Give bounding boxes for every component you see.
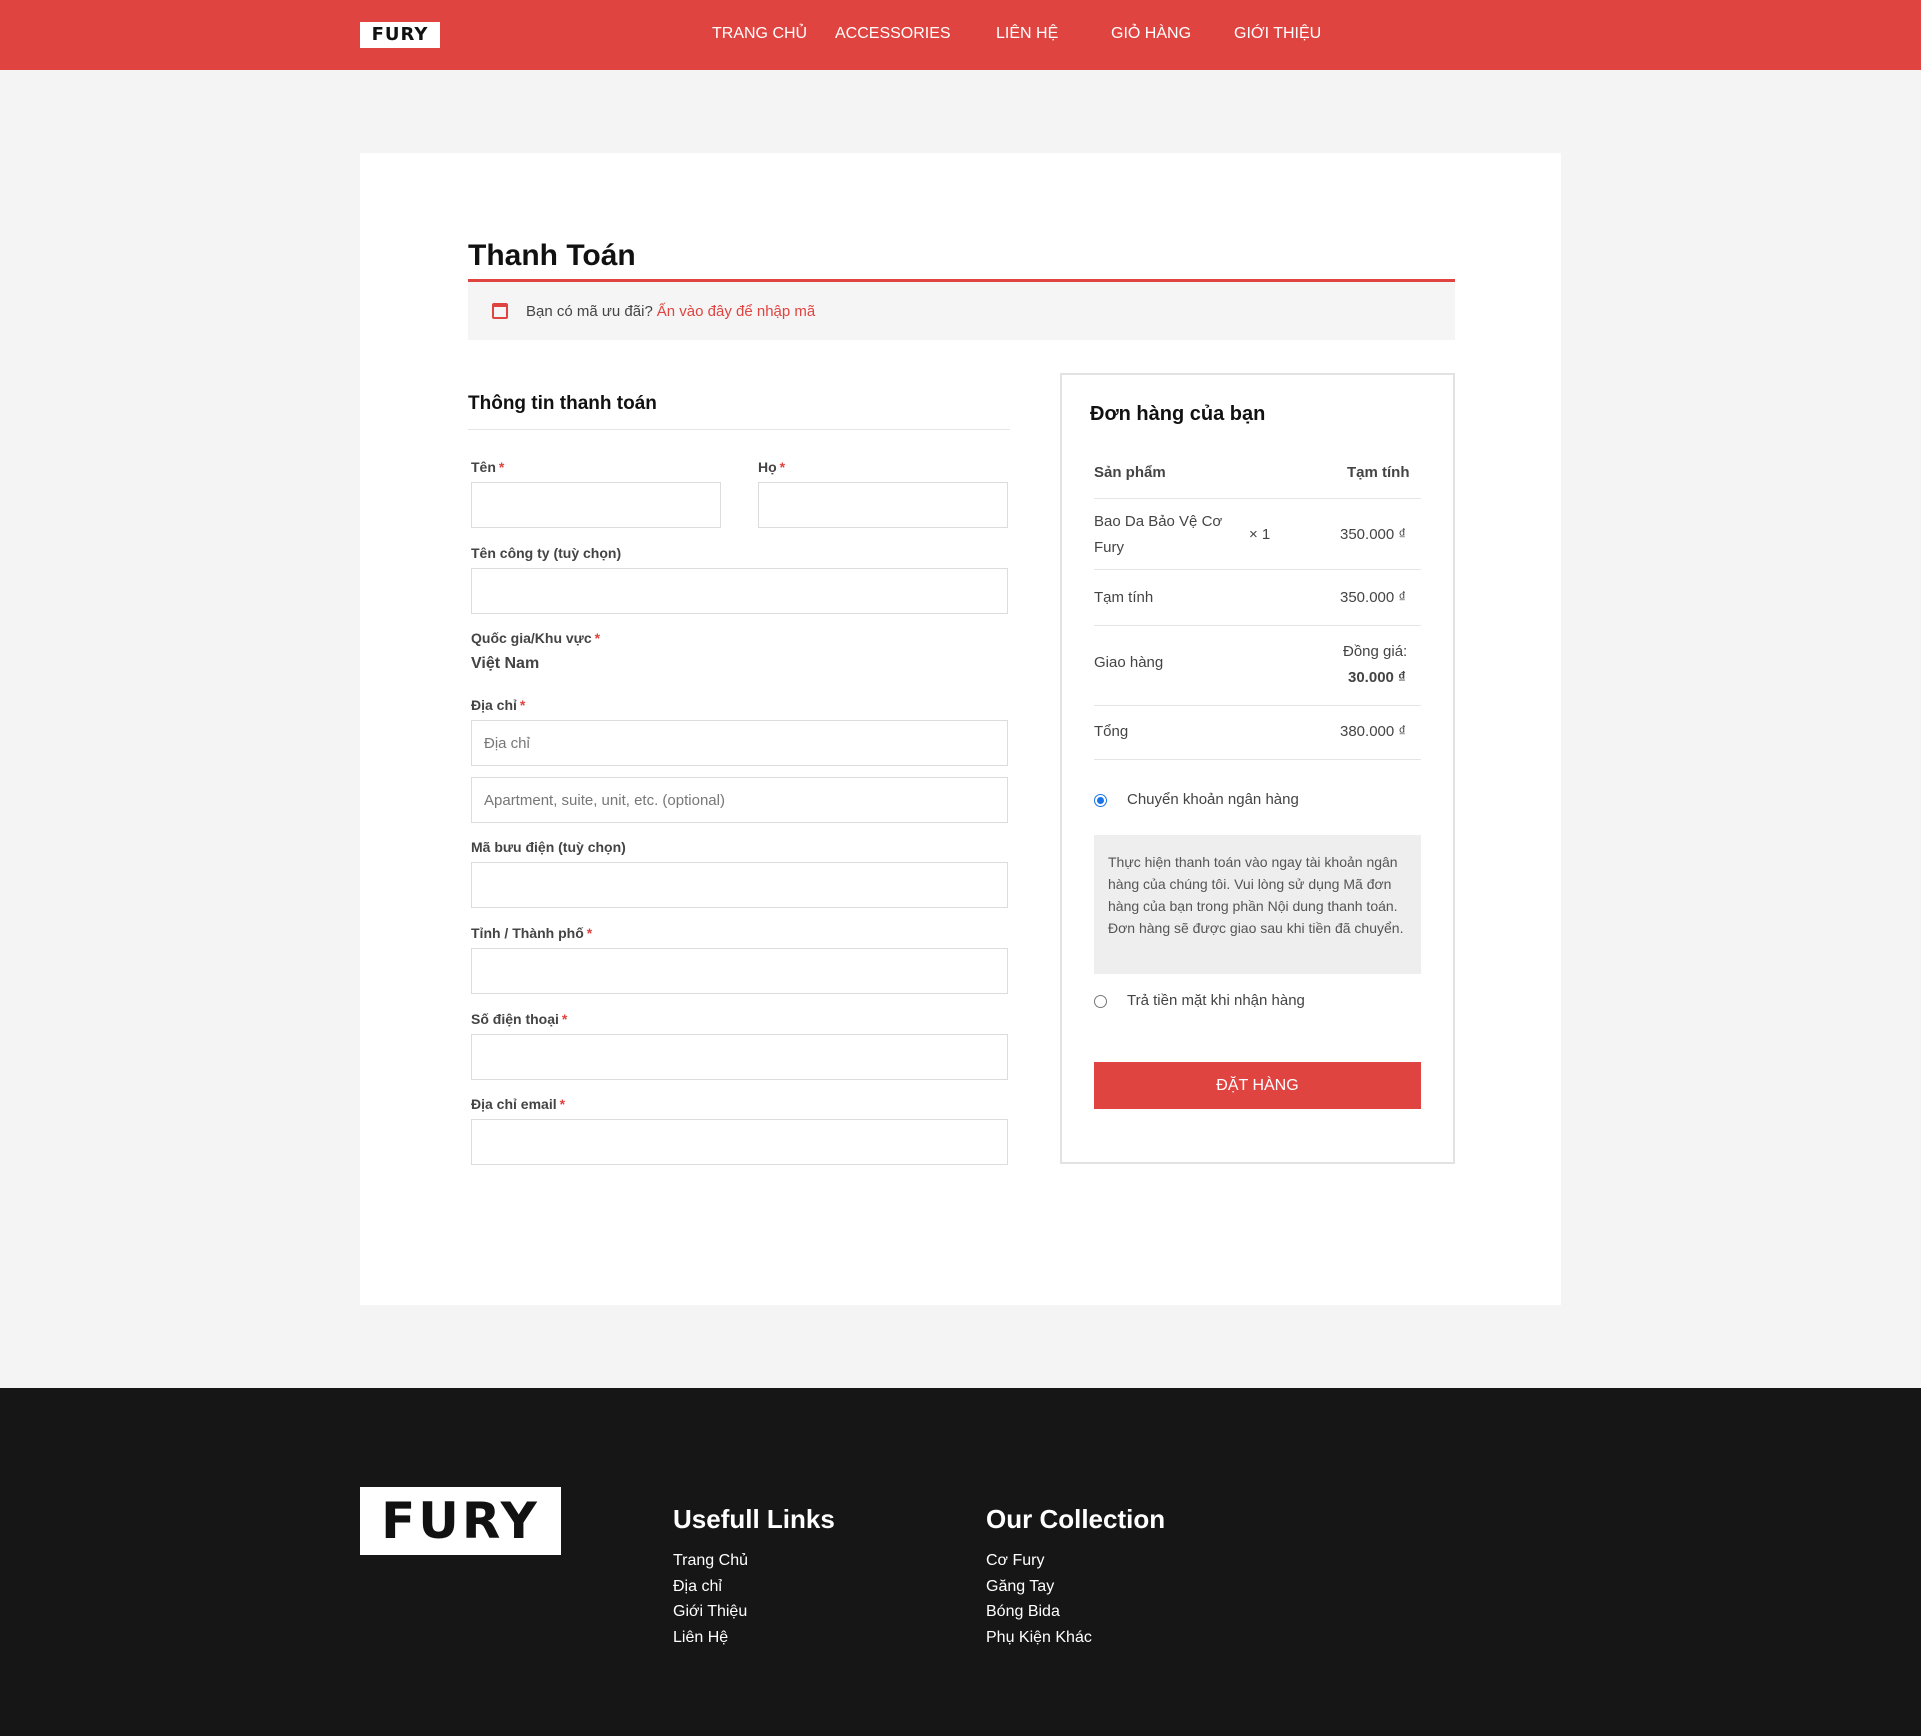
- last-name-field[interactable]: [758, 482, 1008, 528]
- last-name-label: Họ *: [758, 459, 786, 475]
- email-field[interactable]: [471, 1119, 1008, 1165]
- order-divider: [1094, 625, 1421, 626]
- footer-collection-co-fury[interactable]: Cơ Fury: [986, 1552, 1045, 1570]
- phone-label: Số điện thoại *: [471, 1011, 568, 1027]
- item-qty: × 1: [1249, 526, 1271, 543]
- nav-item-gioi-thieu[interactable]: GIỚI THIỆU: [1234, 25, 1321, 43]
- subtotal-label: Tạm tính: [1094, 589, 1154, 606]
- nav-item-trang-chu[interactable]: TRANG CHỦ: [712, 25, 807, 43]
- order-divider: [1094, 705, 1421, 706]
- place-order-button[interactable]: ĐẶT HÀNG: [1094, 1062, 1421, 1109]
- postcode-field[interactable]: [471, 862, 1008, 908]
- total-label: Tổng: [1094, 723, 1129, 740]
- top-header: FURY TRANG CHỦ ACCESSORIES LIÊN HỆ GIỎ H…: [0, 0, 1921, 70]
- nav-item-lien-he[interactable]: LIÊN HỆ: [996, 25, 1058, 43]
- city-field[interactable]: [471, 948, 1008, 994]
- order-divider: [1094, 759, 1421, 760]
- brand-logo[interactable]: FURY: [360, 22, 440, 48]
- shipping-value: 30.000 ₫: [1348, 669, 1406, 686]
- brand-logo-text: FURY: [371, 24, 429, 45]
- nav-item-gio-hang[interactable]: GIỎ HÀNG: [1111, 25, 1191, 43]
- useful-links-heading: Usefull Links: [673, 1504, 835, 1534]
- payment-bank-radio[interactable]: [1094, 794, 1107, 807]
- company-label: Tên công ty (tuỳ chọn): [471, 545, 622, 561]
- company-field[interactable]: [471, 568, 1008, 614]
- item-price: 350.000 ₫: [1340, 526, 1407, 543]
- coupon-notice: Bạn có mã ưu đãi? Ấn vào đây để nhập mã: [468, 282, 1455, 340]
- total-value: 380.000 ₫: [1340, 723, 1407, 740]
- address2-field[interactable]: [471, 777, 1008, 823]
- order-summary: Đơn hàng của bạn Sản phẩm Tạm tính Bao D…: [1060, 373, 1455, 1164]
- email-label: Địa chỉ email *: [471, 1096, 566, 1112]
- first-name-label: Tên *: [471, 459, 505, 475]
- coupon-link[interactable]: Ấn vào đây để nhập mã: [657, 303, 815, 320]
- postcode-label: Mã bưu điện (tuỳ chọn): [471, 839, 626, 855]
- nav-item-accessories[interactable]: ACCESSORIES: [835, 25, 951, 43]
- site-footer: FURY Usefull Links Trang Chủ Địa chỉ Giớ…: [0, 1388, 1921, 1736]
- first-name-field[interactable]: [471, 482, 721, 528]
- footer-link-gioi-thieu[interactable]: Giới Thiệu: [673, 1603, 747, 1621]
- address-label: Địa chỉ *: [471, 697, 526, 713]
- payment-cod-radio[interactable]: [1094, 995, 1107, 1008]
- footer-collection-gang-tay[interactable]: Găng Tay: [986, 1578, 1054, 1596]
- footer-link-trang-chu[interactable]: Trang Chủ: [673, 1552, 748, 1570]
- city-label: Tỉnh / Thành phố *: [471, 925, 593, 941]
- country-label: Quốc gia/Khu vực *: [471, 630, 601, 646]
- payment-cod-label[interactable]: Trả tiền mặt khi nhận hàng: [1127, 992, 1305, 1009]
- order-divider: [1094, 498, 1421, 499]
- col-product-header: Sản phẩm: [1094, 464, 1166, 481]
- coupon-prompt: Bạn có mã ưu đãi?: [526, 302, 653, 320]
- footer-logo[interactable]: FURY: [360, 1487, 561, 1555]
- phone-field[interactable]: [471, 1034, 1008, 1080]
- billing-heading: Thông tin thanh toán: [468, 393, 657, 414]
- our-collection-heading: Our Collection: [986, 1504, 1166, 1534]
- item-name-line1: Bao Da Bảo Vệ Cơ: [1094, 513, 1223, 530]
- page-title: Thanh Toán: [468, 239, 636, 272]
- shipping-label: Giao hàng: [1094, 654, 1164, 671]
- footer-collection-bong-bida[interactable]: Bóng Bida: [986, 1603, 1060, 1621]
- checkout-card: Thanh Toán Bạn có mã ưu đãi? Ấn vào đây …: [360, 153, 1561, 1305]
- footer-collection-phu-kien-khac[interactable]: Phụ Kiện Khác: [986, 1629, 1092, 1647]
- shipping-method: Đồng giá:: [1343, 643, 1408, 660]
- item-name-line2: Fury: [1094, 539, 1124, 556]
- order-heading: Đơn hàng của bạn: [1090, 403, 1266, 425]
- payment-bank-label[interactable]: Chuyển khoản ngân hàng: [1127, 791, 1299, 808]
- footer-link-lien-he[interactable]: Liên Hệ: [673, 1629, 728, 1647]
- order-divider: [1094, 569, 1421, 570]
- bank-transfer-description: Thực hiện thanh toán vào ngay tài khoản …: [1094, 835, 1421, 974]
- billing-divider: [468, 429, 1010, 430]
- subtotal-value: 350.000 ₫: [1340, 589, 1407, 606]
- col-subtotal-header: Tạm tính: [1347, 464, 1410, 481]
- address-field[interactable]: [471, 720, 1008, 766]
- calendar-icon: [492, 303, 508, 319]
- country-value: Việt Nam: [471, 655, 540, 672]
- footer-logo-text: FURY: [381, 1492, 540, 1550]
- footer-link-dia-chi[interactable]: Địa chỉ: [673, 1578, 722, 1596]
